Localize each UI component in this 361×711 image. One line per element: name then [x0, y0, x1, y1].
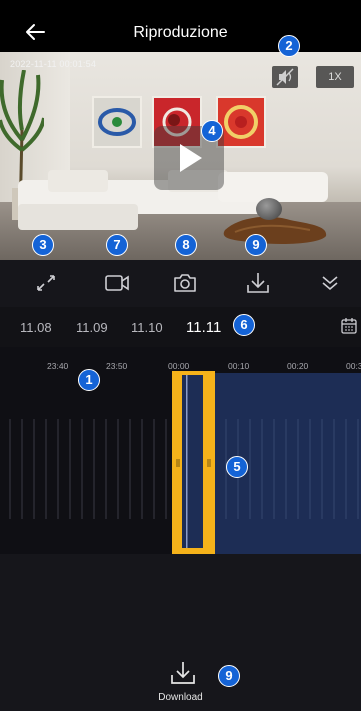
- date-item[interactable]: 11.10: [131, 320, 163, 335]
- date-selector: 11.08 11.09 11.10 11.11: [0, 307, 361, 347]
- expand-icon[interactable]: [32, 270, 60, 296]
- download-panel: Download: [0, 554, 361, 711]
- time-label: 00:20: [287, 361, 309, 371]
- selection-range-handle[interactable]: [172, 371, 215, 554]
- annotation-badge-8: 8: [175, 234, 197, 256]
- time-label: 23:50: [106, 361, 128, 371]
- chevrons-down-icon[interactable]: [316, 270, 344, 296]
- vase-image: [256, 198, 282, 220]
- calendar-icon[interactable]: [340, 317, 358, 335]
- annotation-badge-9: 9: [245, 234, 267, 256]
- annotation-badge-6: 6: [233, 314, 255, 336]
- annotation-badge-5: 5: [226, 456, 248, 478]
- app-header: Riproduzione: [0, 0, 361, 52]
- speaker-muted-icon: [276, 68, 294, 86]
- annotation-badge-1: 1: [78, 369, 100, 391]
- timeline[interactable]: 23:40 23:50 00:00 00:10 00:20 00:3: [0, 347, 361, 554]
- page-title: Riproduzione: [133, 24, 228, 41]
- date-item[interactable]: 11.09: [76, 320, 108, 335]
- painting-left: [92, 96, 142, 148]
- time-label: 23:40: [47, 361, 69, 371]
- date-item[interactable]: 11.08: [20, 320, 52, 335]
- annotation-badge-3: 3: [32, 234, 54, 256]
- download-icon[interactable]: [244, 270, 272, 296]
- time-label: 00:00: [168, 361, 190, 371]
- download-icon[interactable]: [168, 660, 198, 686]
- playback-speed-button[interactable]: 1X: [316, 66, 354, 88]
- video-camera-icon[interactable]: [103, 270, 131, 296]
- time-label: 00:10: [228, 361, 250, 371]
- camera-icon[interactable]: [171, 270, 199, 296]
- annotation-badge-4: 4: [201, 120, 223, 142]
- date-item-selected[interactable]: 11.11: [186, 319, 221, 336]
- video-timestamp: 2022-11-11 00:01:54: [10, 59, 97, 69]
- annotation-badge-2: 2: [278, 35, 300, 57]
- mute-button[interactable]: [272, 66, 298, 88]
- time-label: 00:3: [346, 361, 361, 371]
- annotation-badge-9: 9: [218, 665, 240, 687]
- video-player[interactable]: 2022-11-11 00:01:54 1X: [0, 52, 361, 260]
- playback-toolbar: [0, 260, 361, 307]
- annotation-badge-7: 7: [106, 234, 128, 256]
- download-label[interactable]: Download: [0, 692, 361, 703]
